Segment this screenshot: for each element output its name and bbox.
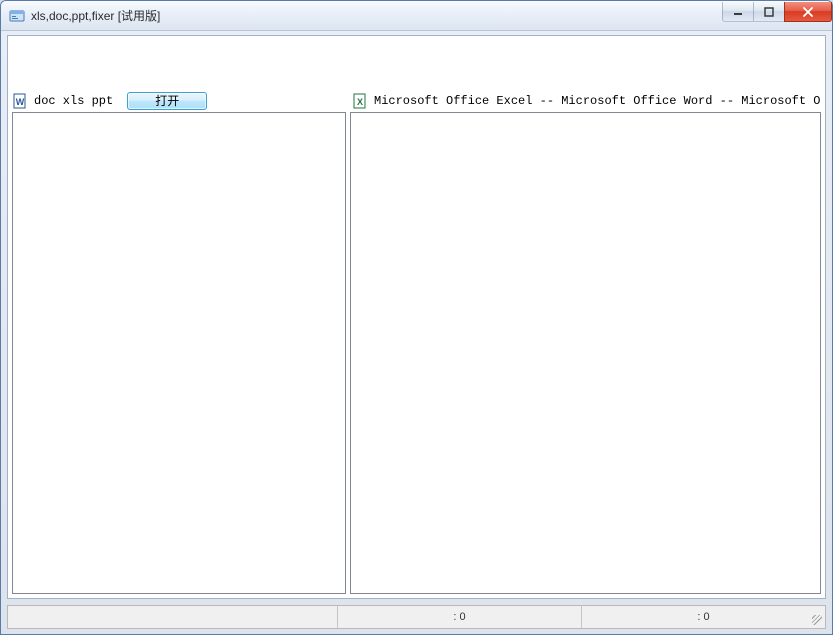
left-panel-body[interactable] — [12, 112, 346, 594]
status-cell-1 — [8, 606, 338, 628]
status-cell-2: : 0 — [338, 606, 582, 628]
minimize-button[interactable] — [722, 2, 754, 22]
left-panel-header: W doc xls ppt 打开 — [8, 92, 348, 112]
status-cell-3: : 0 — [582, 606, 825, 628]
open-button[interactable]: 打开 — [127, 92, 207, 110]
statusbar: : 0 : 0 — [7, 605, 826, 629]
app-window: xls,doc,ppt,fixer [试用版] — [0, 0, 833, 635]
right-panel-header: X Microsoft Office Excel -- Microsoft Of… — [348, 92, 825, 112]
window-controls — [722, 1, 832, 23]
right-panel: X Microsoft Office Excel -- Microsoft Of… — [348, 92, 825, 598]
right-panel-body[interactable] — [350, 112, 821, 594]
svg-text:W: W — [16, 97, 25, 107]
left-panel-label: doc xls ppt — [34, 94, 113, 108]
excel-doc-icon: X — [352, 93, 368, 109]
svg-text:X: X — [357, 97, 363, 107]
client-area: W doc xls ppt 打开 X Microsof — [7, 35, 826, 599]
status-text-2: : 0 — [453, 611, 465, 623]
panels-row: W doc xls ppt 打开 X Microsof — [8, 92, 825, 598]
toolbar-area — [8, 36, 825, 92]
window-title: xls,doc,ppt,fixer [试用版] — [31, 7, 160, 24]
app-icon — [9, 8, 25, 24]
status-text-3: : 0 — [697, 611, 709, 623]
right-panel-label: Microsoft Office Excel -- Microsoft Offi… — [374, 94, 821, 108]
left-panel: W doc xls ppt 打开 — [8, 92, 348, 598]
close-button[interactable] — [784, 2, 832, 22]
titlebar[interactable]: xls,doc,ppt,fixer [试用版] — [1, 1, 832, 31]
maximize-button[interactable] — [753, 2, 785, 22]
word-doc-icon: W — [12, 93, 28, 109]
